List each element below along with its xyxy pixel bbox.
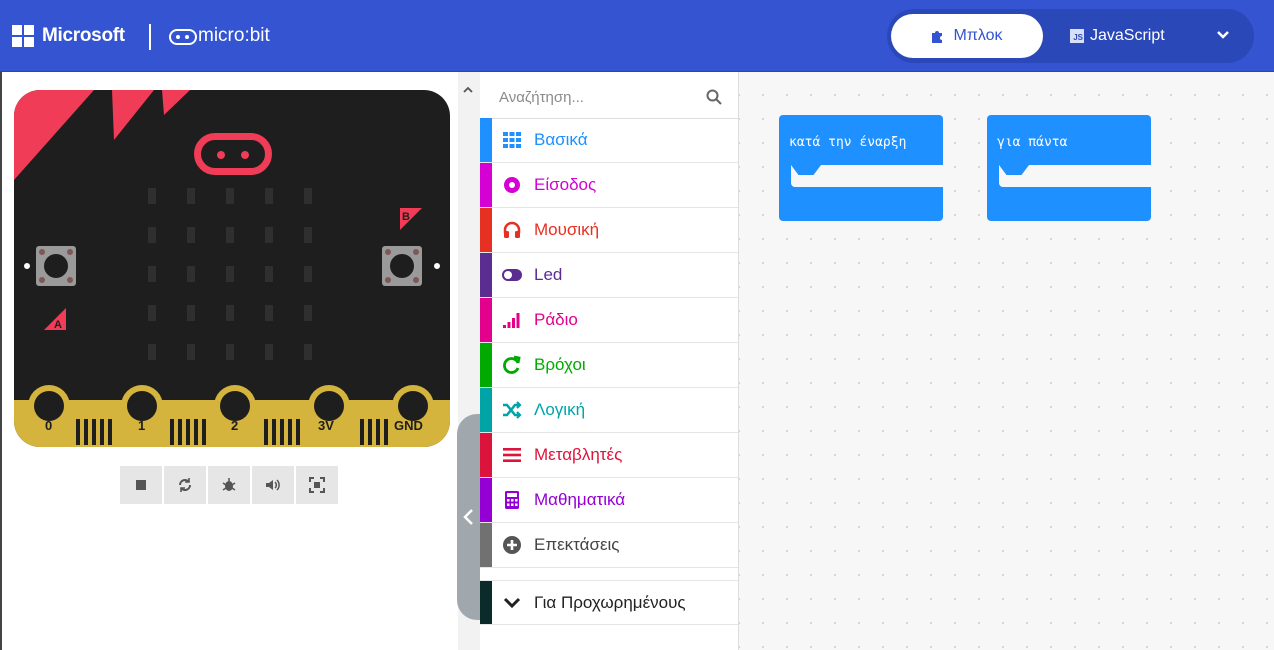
pin-label: 2 (231, 418, 239, 433)
toolbox-search[interactable]: Αναζήτηση... (480, 72, 738, 119)
category-advanced[interactable]: Για Προχωρημένους (480, 580, 738, 625)
category-label: Βασικά (534, 130, 588, 149)
pin-3v[interactable] (308, 385, 350, 445)
simulator-panel: A B 0 1 2 3V GND (0, 72, 458, 650)
input-circle-icon (504, 177, 520, 193)
microbit-brand[interactable]: micro:bit (198, 25, 270, 47)
headphones-icon (503, 221, 521, 238)
led-matrix[interactable] (14, 90, 450, 390)
pin-0[interactable] (28, 385, 70, 445)
microbit-logo-icon (169, 29, 197, 45)
plus-circle-icon (503, 536, 521, 554)
category-math[interactable]: Μαθηματικά (480, 478, 738, 523)
search-input[interactable]: Αναζήτηση... (499, 89, 584, 106)
button-a-label-marker: A (44, 308, 66, 331)
top-bar: Microsoft micro:bit Μπλοκ JS JavaScript (0, 0, 1274, 72)
button-b-dot (434, 263, 440, 269)
category-label: Μουσική (534, 220, 600, 239)
button-a-dot (24, 263, 30, 269)
blocks-mode-button[interactable]: Μπλοκ (891, 14, 1043, 58)
button-b-label: B (402, 211, 410, 223)
restart-icon (179, 478, 191, 492)
category-loops[interactable]: Βρόχοι (480, 343, 738, 388)
mute-icon (266, 479, 280, 491)
shuffle-icon (503, 401, 522, 419)
chevron-left-icon (463, 509, 473, 525)
category-label: Είσοδος (534, 175, 597, 194)
block-label: για πάντα (997, 135, 1068, 150)
signal-bars-icon (503, 313, 520, 328)
pin-label: 3V (318, 418, 334, 433)
editor-mode-switch: Μπλοκ JS JavaScript (887, 9, 1254, 63)
calculator-icon (505, 491, 519, 509)
puzzle-icon (932, 31, 943, 43)
category-label: Λογική (534, 400, 586, 419)
pin-2[interactable] (214, 385, 256, 445)
category-music[interactable]: Μουσική (480, 208, 738, 253)
pin-label: GND (394, 418, 423, 433)
mute-button[interactable] (252, 466, 294, 504)
category-extensions[interactable]: Επεκτάσεις (480, 523, 738, 568)
chevron-down-icon (503, 597, 521, 608)
button-b-label-marker: B (400, 208, 422, 230)
collapse-simulator-button[interactable] (457, 414, 480, 620)
forever-block[interactable]: για πάντα (987, 115, 1151, 221)
category-label: Μαθηματικά (534, 490, 626, 509)
microsoft-logo-icon (12, 25, 34, 47)
toggle-icon (502, 269, 522, 281)
blocks-mode-label: Μπλοκ (953, 27, 1003, 44)
brand-divider (149, 24, 151, 50)
debug-button[interactable] (208, 466, 250, 504)
chevron-down-icon[interactable] (1215, 27, 1231, 43)
block-label: κατά την έναρξη (789, 135, 907, 150)
button-a[interactable] (36, 246, 76, 286)
chevron-up-icon[interactable] (462, 84, 474, 96)
microsoft-brand[interactable]: Microsoft (42, 25, 125, 47)
category-logic[interactable]: Λογική (480, 388, 738, 433)
fullscreen-icon (309, 477, 325, 493)
category-label: Για Προχωρημένους (534, 592, 686, 612)
grid-icon (503, 132, 521, 148)
toolbox: Αναζήτηση... Βασικά Είσοδος Μουσική Led … (480, 72, 739, 650)
category-input[interactable]: Είσοδος (480, 163, 738, 208)
pin-label: 1 (138, 418, 146, 433)
simulator-toolbar (120, 466, 342, 504)
category-radio[interactable]: Ράδιο (480, 298, 738, 343)
javascript-mode-label: JavaScript (1090, 27, 1165, 44)
on-start-block[interactable]: κατά την έναρξη (779, 115, 943, 221)
pin-1[interactable] (121, 385, 163, 445)
list-lines-icon (503, 448, 521, 462)
category-led[interactable]: Led (480, 253, 738, 298)
pin-gnd[interactable] (392, 385, 434, 445)
stop-button[interactable] (120, 466, 162, 504)
search-icon[interactable] (706, 89, 722, 105)
loop-icon (503, 355, 521, 374)
debug-icon (222, 478, 236, 491)
category-label: Led (534, 265, 563, 284)
category-label: Ράδιο (534, 310, 578, 329)
javascript-badge-icon: JS (1070, 29, 1084, 43)
stop-icon (136, 480, 146, 490)
button-a-label: A (54, 319, 62, 331)
microbit-board[interactable]: A B 0 1 2 3V GND (14, 90, 450, 447)
restart-button[interactable] (164, 466, 206, 504)
javascript-mode-button[interactable]: JS JavaScript (1070, 14, 1165, 58)
pin-label: 0 (45, 418, 53, 433)
category-label: Βρόχοι (534, 355, 586, 374)
category-label: Επεκτάσεις (534, 535, 620, 554)
category-label: Μεταβλητές (534, 445, 623, 464)
blocks-workspace[interactable]: κατά την έναρξη για πάντα (739, 72, 1274, 650)
button-b[interactable] (382, 246, 422, 286)
category-basic[interactable]: Βασικά (480, 118, 738, 163)
fullscreen-button[interactable] (296, 466, 338, 504)
category-variables[interactable]: Μεταβλητές (480, 433, 738, 478)
